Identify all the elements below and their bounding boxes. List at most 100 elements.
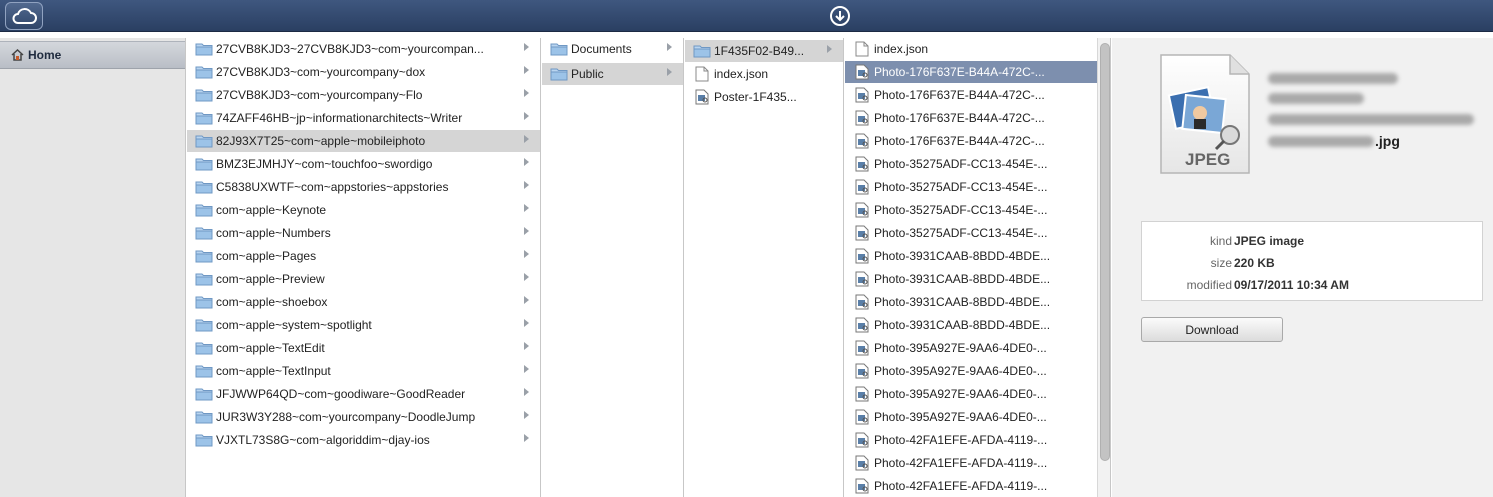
app-folder-row-label: 82J93X7T25~com~apple~mobileiphoto <box>216 134 426 148</box>
download-button[interactable]: Download <box>1141 317 1283 342</box>
cloud-button[interactable] <box>5 2 43 30</box>
file-row[interactable]: Photo-395A927E-9AA6-4DE0-... <box>845 406 1097 428</box>
file-row[interactable]: Photo-3931CAAB-8BDD-4BDE... <box>845 314 1097 336</box>
app-folder-row[interactable]: 27CVB8KJD3~com~yourcompany~Flo <box>187 84 540 106</box>
download-circle-icon[interactable] <box>829 5 851 27</box>
app-folder-row-label: com~apple~TextEdit <box>216 341 325 355</box>
app-folder-row[interactable]: C5838UXWTF~com~appstories~appstories <box>187 176 540 198</box>
file-row-label: Photo-3931CAAB-8BDD-4BDE... <box>874 318 1051 332</box>
app-folder-row[interactable]: 82J93X7T25~com~apple~mobileiphoto <box>187 130 540 152</box>
app-folder-row[interactable]: BMZ3EJMHJY~com~touchfoo~swordigo <box>187 153 540 175</box>
file-row-label: Photo-395A927E-9AA6-4DE0-... <box>874 364 1047 378</box>
top-bar <box>0 0 1493 32</box>
public-item-row-label: 1F435F02-B49... <box>714 44 805 58</box>
app-folder-row[interactable]: com~apple~Pages <box>187 245 540 267</box>
file-row-label: Photo-3931CAAB-8BDD-4BDE... <box>874 295 1051 309</box>
file-row[interactable]: Photo-176F637E-B44A-472C-... <box>845 107 1097 129</box>
column-apps: 27CVB8KJD3~27CVB8KJD3~com~yourcompan... 2… <box>187 38 541 497</box>
app-folder-row[interactable]: com~apple~Preview <box>187 268 540 290</box>
image-file-icon <box>855 386 869 402</box>
file-row[interactable]: Photo-176F637E-B44A-472C-... <box>845 61 1097 83</box>
chevron-right-icon <box>524 411 529 419</box>
public-item-row[interactable]: 1F435F02-B49... <box>685 40 843 62</box>
file-row-label: Photo-3931CAAB-8BDD-4BDE... <box>874 272 1051 286</box>
app-folder-row[interactable]: 27CVB8KJD3~27CVB8KJD3~com~yourcompan... <box>187 38 540 60</box>
file-row[interactable]: Photo-42FA1EFE-AFDA-4119-... <box>845 475 1097 497</box>
sidebar-item-home[interactable]: Home <box>0 41 185 69</box>
chevron-right-icon <box>827 45 832 53</box>
image-file-icon <box>695 89 709 105</box>
public-item-row[interactable]: index.json <box>685 63 843 85</box>
public-item-row[interactable]: Poster-1F435... <box>685 86 843 108</box>
scrollbar-thumb[interactable] <box>1100 43 1110 461</box>
app-folder-row[interactable]: 27CVB8KJD3~com~yourcompany~dox <box>187 61 540 83</box>
file-row[interactable]: Photo-395A927E-9AA6-4DE0-... <box>845 337 1097 359</box>
file-row-label: Photo-176F637E-B44A-472C-... <box>874 111 1045 125</box>
image-file-icon <box>855 133 869 149</box>
file-row[interactable]: Photo-35275ADF-CC13-454E-... <box>845 153 1097 175</box>
folder-icon <box>195 204 213 217</box>
app-folder-row[interactable]: JUR3W3Y288~com~yourcompany~DoodleJump <box>187 406 540 428</box>
folder-icon <box>195 365 213 378</box>
file-row[interactable]: Photo-3931CAAB-8BDD-4BDE... <box>845 291 1097 313</box>
app-folder-row-label: com~apple~shoebox <box>216 295 328 309</box>
chevron-right-icon <box>524 204 529 212</box>
app-folder-row[interactable]: com~apple~TextEdit <box>187 337 540 359</box>
column-files: index.json Photo-176F637E-B44A-472C-... Ph… <box>845 38 1097 497</box>
app-folder-row-label: 74ZAFF46HB~jp~informationarchitects~Writ… <box>216 111 463 125</box>
file-row[interactable]: Photo-35275ADF-CC13-454E-... <box>845 176 1097 198</box>
file-row[interactable]: index.json <box>845 38 1097 60</box>
file-row[interactable]: Photo-176F637E-B44A-472C-... <box>845 130 1097 152</box>
app-folder-row-label: 27CVB8KJD3~com~yourcompany~dox <box>216 65 426 79</box>
file-row[interactable]: Photo-42FA1EFE-AFDA-4119-... <box>845 452 1097 474</box>
meta-modified-label: modified <box>1186 278 1232 292</box>
image-file-icon <box>855 202 869 218</box>
file-row[interactable]: Photo-3931CAAB-8BDD-4BDE... <box>845 245 1097 267</box>
chevron-right-icon <box>667 68 672 76</box>
folder-icon <box>693 45 711 58</box>
file-row[interactable]: Photo-35275ADF-CC13-454E-... <box>845 222 1097 244</box>
public-item-row-label: Poster-1F435... <box>714 90 797 104</box>
folder-icon <box>195 273 213 286</box>
file-row[interactable]: Photo-395A927E-9AA6-4DE0-... <box>845 383 1097 405</box>
folder-icon <box>195 250 213 263</box>
image-file-icon <box>855 87 869 103</box>
file-row[interactable]: Photo-35275ADF-CC13-454E-... <box>845 199 1097 221</box>
app-folder-row[interactable]: com~apple~system~spotlight <box>187 314 540 336</box>
folder-icon <box>195 66 213 79</box>
app-folder-row[interactable]: com~apple~Keynote <box>187 199 540 221</box>
image-file-icon <box>855 432 869 448</box>
file-row[interactable]: Photo-395A927E-9AA6-4DE0-... <box>845 360 1097 382</box>
chevron-right-icon <box>524 273 529 281</box>
image-file-icon <box>855 225 869 241</box>
chevron-right-icon <box>524 434 529 442</box>
chevron-right-icon <box>524 296 529 304</box>
app-folder-row[interactable]: com~apple~shoebox <box>187 291 540 313</box>
app-folder-row[interactable]: 74ZAFF46HB~jp~informationarchitects~Writ… <box>187 107 540 129</box>
app-folder-row[interactable]: com~apple~TextInput <box>187 360 540 382</box>
image-file-icon <box>855 363 869 379</box>
meta-kind-row: kind JPEG image <box>1142 231 1482 251</box>
redacted-filename-line <box>1268 114 1474 125</box>
redacted-filename-line <box>1268 136 1374 147</box>
file-row[interactable]: Photo-176F637E-B44A-472C-... <box>845 84 1097 106</box>
meta-kind-value: JPEG image <box>1234 234 1305 248</box>
file-row-label: Photo-3931CAAB-8BDD-4BDE... <box>874 249 1051 263</box>
home-icon <box>11 49 24 61</box>
folder-row[interactable]: Documents <box>542 38 683 60</box>
sidebar: Home <box>0 38 186 497</box>
public-item-row-label: index.json <box>714 67 769 81</box>
folder-icon <box>195 181 213 194</box>
meta-modified-row: modified 09/17/2011 10:34 AM <box>1142 275 1482 295</box>
file-row[interactable]: Photo-42FA1EFE-AFDA-4119-... <box>845 429 1097 451</box>
file-row-label: Photo-42FA1EFE-AFDA-4119-... <box>874 479 1048 493</box>
app-folder-row[interactable]: JFJWWP64QD~com~goodiware~GoodReader <box>187 383 540 405</box>
folder-icon <box>195 135 213 148</box>
chevron-right-icon <box>667 43 672 51</box>
file-row-label: Photo-176F637E-B44A-472C-... <box>874 65 1045 79</box>
folder-row[interactable]: Public <box>542 63 683 85</box>
vertical-scrollbar[interactable] <box>1097 38 1111 497</box>
file-row[interactable]: Photo-3931CAAB-8BDD-4BDE... <box>845 268 1097 290</box>
app-folder-row[interactable]: VJXTL73S8G~com~algoriddim~djay-ios <box>187 429 540 451</box>
app-folder-row[interactable]: com~apple~Numbers <box>187 222 540 244</box>
